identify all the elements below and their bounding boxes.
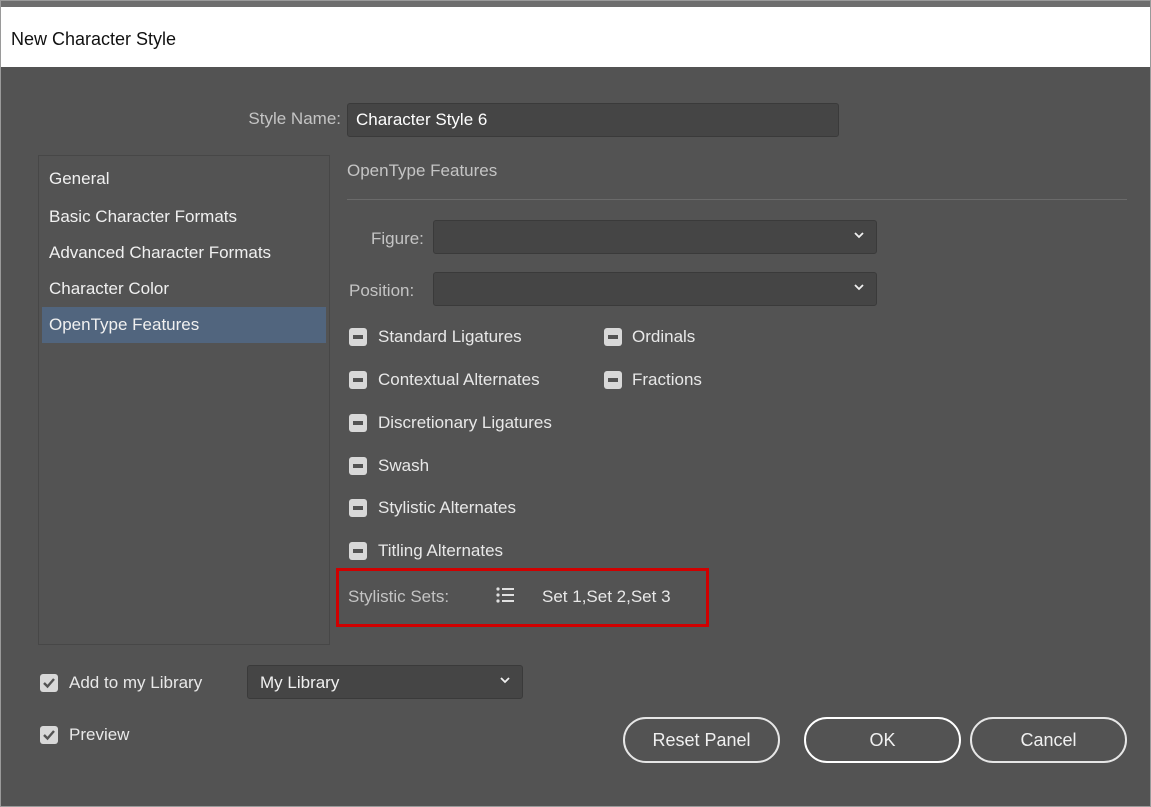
dialog-title: New Character Style <box>11 29 177 49</box>
titling-alternates-checkbox[interactable] <box>349 542 367 560</box>
standard-ligatures-checkbox[interactable] <box>349 328 367 346</box>
position-dropdown[interactable] <box>433 272 877 306</box>
stylistic-sets-value: Set 1,Set 2,Set 3 <box>542 587 671 606</box>
discretionary-ligatures-label: Discretionary Ligatures <box>378 413 552 432</box>
preview-label: Preview <box>69 725 130 744</box>
checkmark-icon <box>43 730 55 741</box>
titling-alternates-label: Titling Alternates <box>378 541 504 560</box>
nav-item-opentype-features[interactable]: OpenType Features <box>42 307 326 343</box>
figure-dropdown[interactable] <box>433 220 877 254</box>
position-label: Position: <box>349 281 415 300</box>
ok-button[interactable]: OK <box>804 717 961 763</box>
style-name-input[interactable] <box>347 103 839 137</box>
checkmark-icon <box>43 678 55 689</box>
add-to-library-label: Add to my Library <box>69 673 203 692</box>
contextual-alternates-label: Contextual Alternates <box>378 370 540 389</box>
nav-item-general[interactable]: General <box>42 161 326 197</box>
preview-checkbox[interactable] <box>40 726 58 744</box>
stylistic-alternates-label: Stylistic Alternates <box>378 498 516 517</box>
stylistic-alternates-checkbox[interactable] <box>349 499 367 517</box>
add-to-library-checkbox[interactable] <box>40 674 58 692</box>
standard-ligatures-label: Standard Ligatures <box>378 327 522 346</box>
style-name-label: Style Name: <box>248 109 341 128</box>
chevron-down-icon <box>500 677 510 684</box>
fractions-checkbox[interactable] <box>604 371 622 389</box>
library-dropdown[interactable]: My Library <box>247 665 523 699</box>
ordinals-checkbox[interactable] <box>604 328 622 346</box>
category-list: General Basic Character Formats Advanced… <box>38 155 330 645</box>
swash-label: Swash <box>378 456 430 475</box>
contextual-alternates-checkbox[interactable] <box>349 371 367 389</box>
chevron-down-icon <box>854 284 864 291</box>
discretionary-ligatures-checkbox[interactable] <box>349 414 367 432</box>
cancel-button[interactable]: Cancel <box>970 717 1127 763</box>
library-dropdown-value: My Library <box>260 673 340 692</box>
swash-checkbox[interactable] <box>349 457 367 475</box>
section-divider <box>347 199 1127 200</box>
nav-item-basic-character-formats[interactable]: Basic Character Formats <box>42 199 326 233</box>
list-icon[interactable] <box>495 586 517 604</box>
figure-label: Figure: <box>371 229 424 248</box>
stylistic-sets-label: Stylistic Sets: <box>348 587 450 606</box>
reset-panel-button[interactable]: Reset Panel <box>623 717 780 763</box>
ordinals-label: Ordinals <box>632 327 696 346</box>
section-title: OpenType Features <box>347 161 498 180</box>
nav-item-character-color[interactable]: Character Color <box>42 271 326 307</box>
nav-item-advanced-character-formats[interactable]: Advanced Character Formats <box>42 235 326 271</box>
fractions-label: Fractions <box>632 370 702 389</box>
chevron-down-icon <box>854 232 864 239</box>
title-bar[interactable]: New Character Style <box>1 1 1150 67</box>
new-character-style-dialog: New Character Style Style Name: General … <box>0 0 1151 807</box>
